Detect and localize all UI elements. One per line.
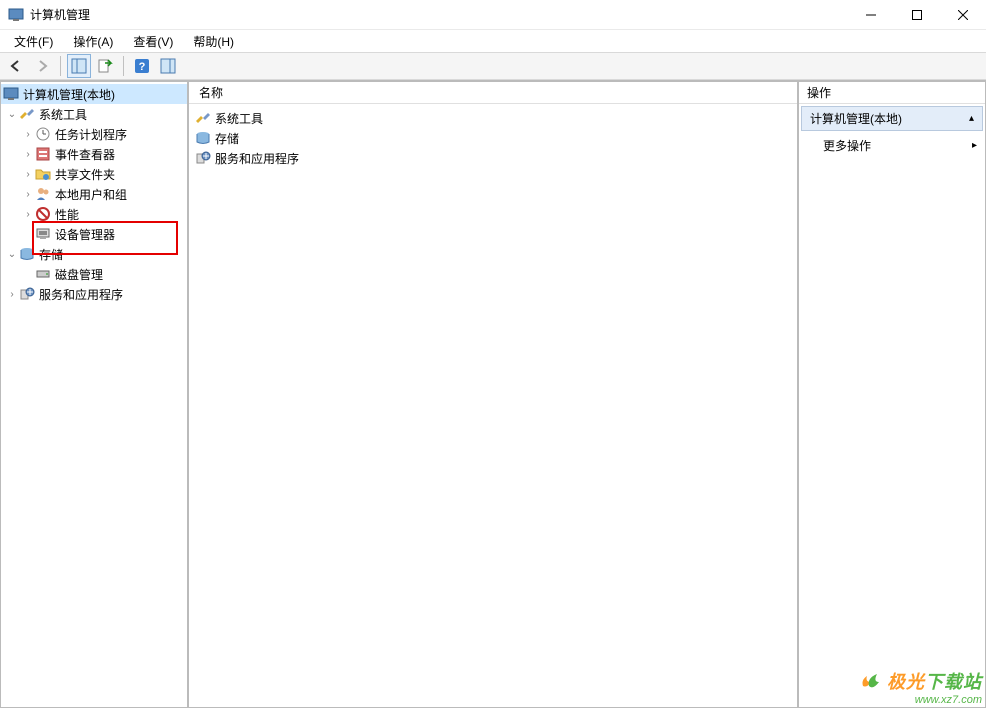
column-name[interactable]: 名称 [199, 84, 223, 101]
clock-icon [35, 126, 51, 142]
list-panel[interactable]: 名称 系统工具 存储 服务和应用程序 [188, 81, 798, 708]
tree-label: 任务计划程序 [55, 126, 127, 143]
tree-root[interactable]: 计算机管理(本地) [1, 84, 187, 104]
folder-share-icon [35, 166, 51, 182]
svg-text:?: ? [139, 61, 146, 73]
show-hide-tree-button[interactable] [67, 54, 91, 78]
forward-button[interactable] [30, 54, 54, 78]
tree-services-apps[interactable]: › 服务和应用程序 [1, 284, 187, 304]
tree-disk-mgmt[interactable]: 磁盘管理 [1, 264, 187, 284]
tools-icon [195, 110, 211, 126]
main-content: 计算机管理(本地) ⌄ 系统工具 › 任务计划程序 › 事件查看器 › 共享文件… [0, 80, 986, 708]
tree-label: 服务和应用程序 [39, 286, 123, 303]
window-title: 计算机管理 [30, 6, 848, 23]
menu-file[interactable]: 文件(F) [4, 31, 63, 52]
expand-icon[interactable]: › [5, 289, 19, 300]
expand-icon[interactable]: › [21, 189, 35, 200]
menu-action[interactable]: 操作(A) [63, 31, 123, 52]
tools-icon [19, 106, 35, 122]
collapse-icon[interactable]: ▴ [969, 113, 974, 124]
tree-event-viewer[interactable]: › 事件查看器 [1, 144, 187, 164]
actions-panel: 操作 计算机管理(本地) ▴ 更多操作 ▸ [798, 81, 986, 708]
tree-task-scheduler[interactable]: › 任务计划程序 [1, 124, 187, 144]
services-icon [19, 286, 35, 302]
collapse-icon[interactable]: ⌄ [5, 109, 19, 120]
list-item-label: 系统工具 [215, 110, 263, 127]
toolbar: ? [0, 52, 986, 80]
toolbar-separator [123, 56, 124, 76]
action-pane-button[interactable] [156, 54, 180, 78]
computer-icon [3, 86, 19, 102]
back-button[interactable] [4, 54, 28, 78]
tree-label: 本地用户和组 [55, 186, 127, 203]
users-icon [35, 186, 51, 202]
storage-icon [195, 130, 211, 146]
expand-icon[interactable]: › [21, 169, 35, 180]
list-item-storage[interactable]: 存储 [189, 128, 797, 148]
list-item-system-tools[interactable]: 系统工具 [189, 108, 797, 128]
device-icon [35, 226, 51, 242]
actions-more[interactable]: 更多操作 ▸ [799, 133, 985, 158]
menu-help[interactable]: 帮助(H) [183, 31, 244, 52]
list-item-label: 存储 [215, 130, 239, 147]
tree-shared-folders[interactable]: › 共享文件夹 [1, 164, 187, 184]
disk-icon [35, 266, 51, 282]
tree-label: 设备管理器 [55, 226, 115, 243]
help-button[interactable]: ? [130, 54, 154, 78]
tree-panel[interactable]: 计算机管理(本地) ⌄ 系统工具 › 任务计划程序 › 事件查看器 › 共享文件… [0, 81, 188, 708]
list-item-services-apps[interactable]: 服务和应用程序 [189, 148, 797, 168]
menu-view[interactable]: 查看(V) [123, 31, 183, 52]
services-icon [195, 150, 211, 166]
expand-icon[interactable]: › [21, 129, 35, 140]
title-bar: 计算机管理 [0, 0, 986, 30]
actions-context-title[interactable]: 计算机管理(本地) ▴ [801, 106, 983, 131]
tree-system-tools[interactable]: ⌄ 系统工具 [1, 104, 187, 124]
tree-label: 事件查看器 [55, 146, 115, 163]
storage-icon [19, 246, 35, 262]
expand-icon[interactable]: › [21, 209, 35, 220]
submenu-icon: ▸ [972, 140, 977, 151]
actions-title-label: 计算机管理(本地) [810, 110, 902, 127]
actions-more-label: 更多操作 [823, 137, 871, 154]
menu-bar: 文件(F) 操作(A) 查看(V) 帮助(H) [0, 30, 986, 52]
app-icon [8, 7, 24, 23]
tree-label: 计算机管理(本地) [23, 86, 115, 103]
list-body: 系统工具 存储 服务和应用程序 [189, 104, 797, 172]
tree-label: 性能 [55, 206, 79, 223]
tree-label: 磁盘管理 [55, 266, 103, 283]
tree-device-manager[interactable]: 设备管理器 [1, 224, 187, 244]
minimize-button[interactable] [848, 0, 894, 30]
event-icon [35, 146, 51, 162]
tree-local-users[interactable]: › 本地用户和组 [1, 184, 187, 204]
tree-performance[interactable]: › 性能 [1, 204, 187, 224]
tree-storage[interactable]: ⌄ 存储 [1, 244, 187, 264]
maximize-button[interactable] [894, 0, 940, 30]
toolbar-separator [60, 56, 61, 76]
list-item-label: 服务和应用程序 [215, 150, 299, 167]
window-controls [848, 0, 986, 30]
nav-tree[interactable]: 计算机管理(本地) ⌄ 系统工具 › 任务计划程序 › 事件查看器 › 共享文件… [1, 82, 187, 306]
expand-icon[interactable]: › [21, 149, 35, 160]
tree-label: 存储 [39, 246, 63, 263]
list-header[interactable]: 名称 [189, 82, 797, 104]
performance-icon [35, 206, 51, 222]
close-button[interactable] [940, 0, 986, 30]
export-list-button[interactable] [93, 54, 117, 78]
tree-label: 系统工具 [39, 106, 87, 123]
actions-header: 操作 [799, 82, 985, 104]
collapse-icon[interactable]: ⌄ [5, 249, 19, 260]
tree-label: 共享文件夹 [55, 166, 115, 183]
